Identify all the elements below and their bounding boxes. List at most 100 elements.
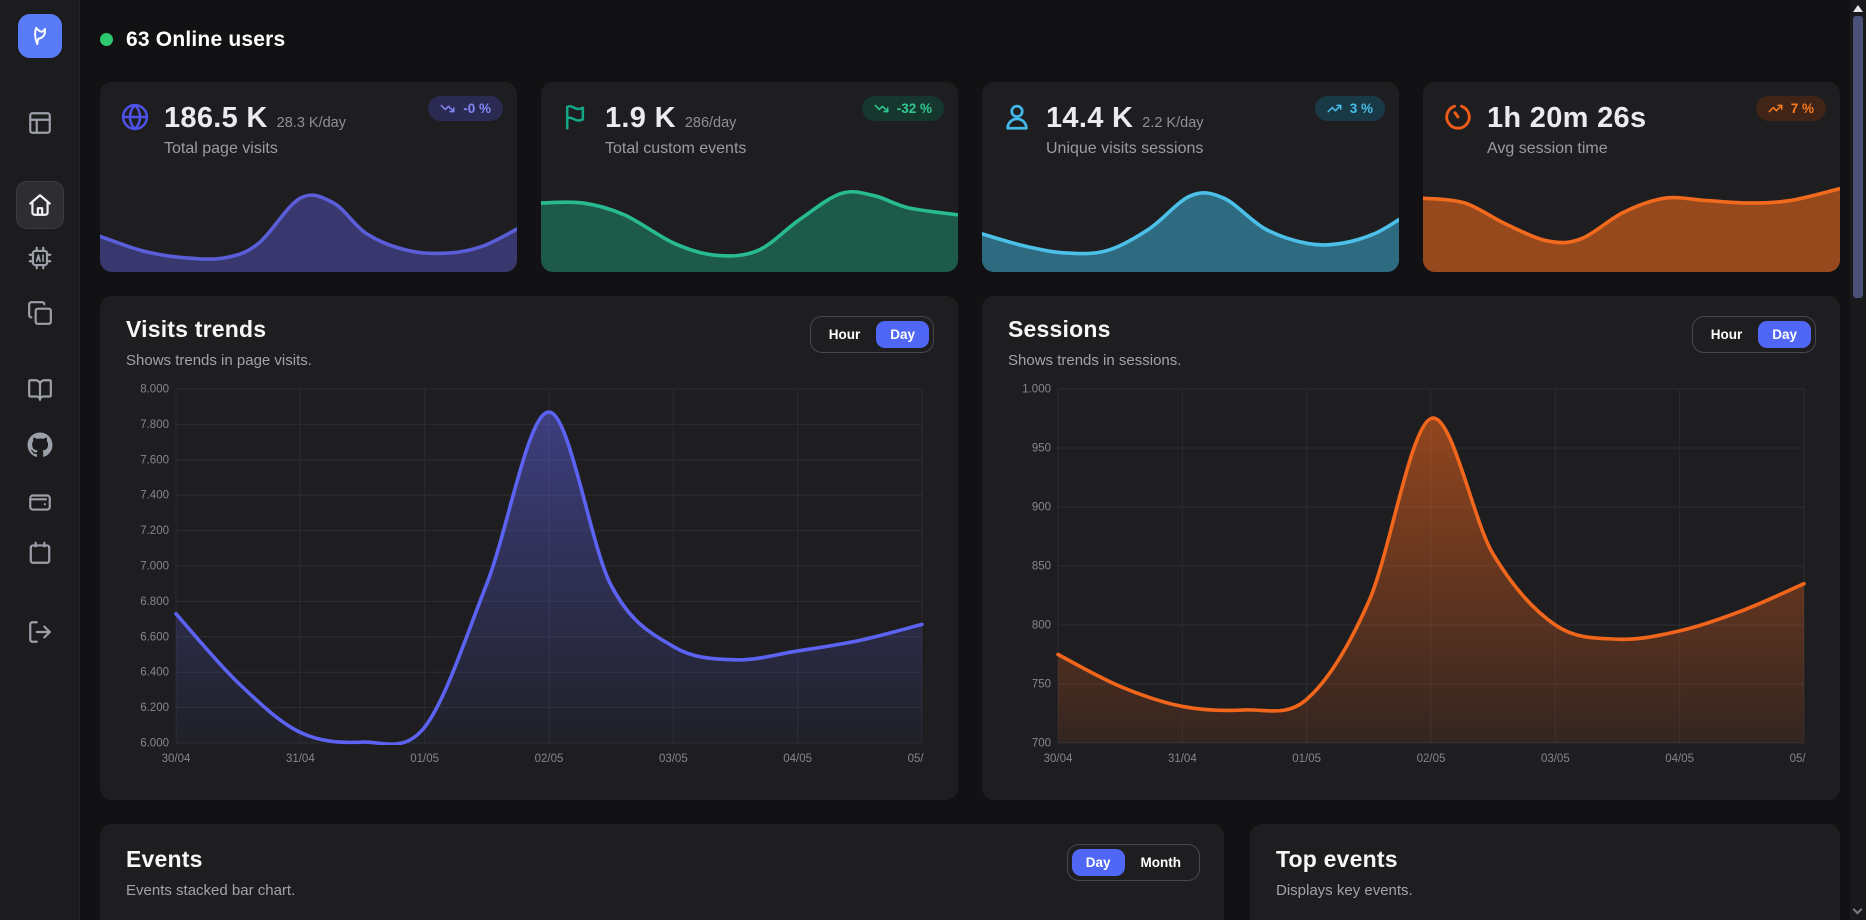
top-events-card: Top events Displays key events. (1250, 824, 1840, 920)
svg-text:7.400: 7.400 (140, 490, 169, 502)
card-subtitle: Shows trends in sessions. (1008, 352, 1814, 369)
trend-charts-row: Visits trends Shows trends in page visit… (100, 296, 1840, 800)
svg-text:800: 800 (1032, 620, 1051, 632)
globe-icon (120, 102, 152, 134)
svg-text:04/05: 04/05 (783, 753, 812, 765)
stat-cards-row: -0 % 186.5 K 28.3 K/day Total page visit… (100, 82, 1840, 272)
trend-badge: -32 % (862, 96, 944, 121)
sidebar-item-github[interactable] (27, 432, 53, 458)
card-title: Events (126, 846, 1198, 873)
toggle-day-button[interactable]: Day (1072, 849, 1125, 876)
toggle-hour-button[interactable]: Hour (1697, 321, 1757, 348)
svg-text:02/05: 02/05 (1417, 753, 1446, 765)
ai-chip-icon (27, 245, 53, 271)
toggle-hour-button[interactable]: Hour (815, 321, 875, 348)
svg-text:01/05: 01/05 (1292, 753, 1321, 765)
home-icon (27, 192, 53, 218)
card-subtitle: Shows trends in page visits. (126, 352, 932, 369)
sidebar-item-ai[interactable] (27, 245, 53, 271)
svg-text:05/05: 05/05 (1790, 753, 1806, 765)
trend-up-icon (1768, 101, 1783, 116)
trend-badge: 7 % (1756, 96, 1826, 121)
trend-down-icon (440, 101, 455, 116)
hour-day-toggle: Hour Day (1692, 316, 1816, 353)
sidebar-item-logout[interactable] (27, 619, 53, 645)
toggle-day-button[interactable]: Day (876, 321, 929, 348)
svg-text:7.000: 7.000 (140, 561, 169, 573)
sparkline-chart (100, 172, 517, 272)
svg-text:900: 900 (1032, 502, 1051, 514)
trend-up-icon (1327, 101, 1342, 116)
scroll-up-arrow[interactable] (1853, 5, 1863, 12)
sidebar-item-dashboard[interactable] (27, 110, 53, 136)
svg-text:6.400: 6.400 (140, 667, 169, 679)
svg-text:1.000: 1.000 (1022, 384, 1051, 396)
stat-rate: 2.2 K/day (1142, 115, 1203, 131)
toggle-month-button[interactable]: Month (1127, 849, 1195, 876)
main-content: 63 Online users -0 % 186.5 K (80, 0, 1866, 920)
sessions-card: Sessions Shows trends in sessions. Hour … (982, 296, 1840, 800)
svg-text:03/05: 03/05 (1541, 753, 1570, 765)
scroll-down-arrow[interactable] (1853, 905, 1863, 915)
svg-text:700: 700 (1032, 738, 1051, 750)
sidebar-item-wallet[interactable] (27, 489, 53, 515)
svg-text:6.600: 6.600 (140, 631, 169, 643)
stat-rate: 28.3 K/day (277, 115, 346, 131)
scrollbar[interactable] (1850, 0, 1866, 920)
sparkline-chart (541, 172, 958, 272)
stat-value: 1.9 K (605, 102, 676, 135)
logout-icon (27, 619, 53, 645)
svg-text:850: 850 (1032, 561, 1051, 573)
visits-trends-chart: 8.0007.8007.6007.4007.2007.0006.8006.600… (126, 381, 932, 767)
sidebar-item-calendar[interactable] (27, 540, 53, 566)
online-status-dot (100, 33, 113, 46)
sidebar-item-docs[interactable] (27, 377, 53, 403)
hour-day-toggle: Hour Day (810, 316, 934, 353)
svg-text:7.200: 7.200 (140, 525, 169, 537)
sidebar (0, 0, 80, 920)
svg-text:6.800: 6.800 (140, 596, 169, 608)
trend-down-icon (874, 101, 889, 116)
stat-card-total-custom-events: -32 % 1.9 K 286/day Total custom events (541, 82, 958, 272)
svg-text:950: 950 (1032, 443, 1051, 455)
day-month-toggle: Day Month (1067, 844, 1200, 881)
github-icon (27, 432, 53, 458)
sidebar-item-home[interactable] (16, 181, 64, 229)
sidebar-item-copy[interactable] (27, 300, 53, 326)
svg-text:6.200: 6.200 (140, 702, 169, 714)
svg-text:750: 750 (1032, 679, 1051, 691)
stat-label: Total page visits (164, 140, 346, 158)
svg-text:8.000: 8.000 (140, 384, 169, 396)
toggle-day-button[interactable]: Day (1758, 321, 1811, 348)
card-subtitle: Events stacked bar chart. (126, 882, 1198, 899)
badge-value: 3 % (1350, 101, 1373, 116)
book-open-icon (27, 377, 53, 403)
timer-icon (1443, 102, 1475, 134)
trend-badge: -0 % (428, 96, 503, 121)
panels-icon (27, 110, 53, 136)
svg-text:30/04: 30/04 (1044, 753, 1073, 765)
stat-card-unique-visits-sessions: 3 % 14.4 K 2.2 K/day Unique visits sessi… (982, 82, 1399, 272)
copy-icon (27, 300, 53, 326)
trend-badge: 3 % (1315, 96, 1385, 121)
events-card: Events Events stacked bar chart. Day Mon… (100, 824, 1224, 920)
sparkline-chart (1423, 172, 1840, 272)
bottom-row: Events Events stacked bar chart. Day Mon… (100, 824, 1840, 920)
svg-text:02/05: 02/05 (535, 753, 564, 765)
stat-card-avg-session-time: 7 % 1h 20m 26s Avg session time (1423, 82, 1840, 272)
stat-label: Unique visits sessions (1046, 140, 1204, 158)
logo-icon (27, 23, 53, 49)
svg-text:30/04: 30/04 (162, 753, 191, 765)
scrollbar-thumb[interactable] (1853, 16, 1863, 298)
app-logo[interactable] (18, 14, 62, 58)
stat-value: 186.5 K (164, 102, 268, 135)
badge-value: -0 % (463, 101, 491, 116)
svg-text:03/05: 03/05 (659, 753, 688, 765)
stat-value: 14.4 K (1046, 102, 1133, 135)
svg-text:7.800: 7.800 (140, 419, 169, 431)
online-users-count: 63 Online users (126, 28, 285, 52)
svg-text:01/05: 01/05 (410, 753, 439, 765)
stat-rate: 286/day (685, 115, 737, 131)
stat-label: Avg session time (1487, 140, 1655, 158)
flag-icon (561, 102, 593, 134)
